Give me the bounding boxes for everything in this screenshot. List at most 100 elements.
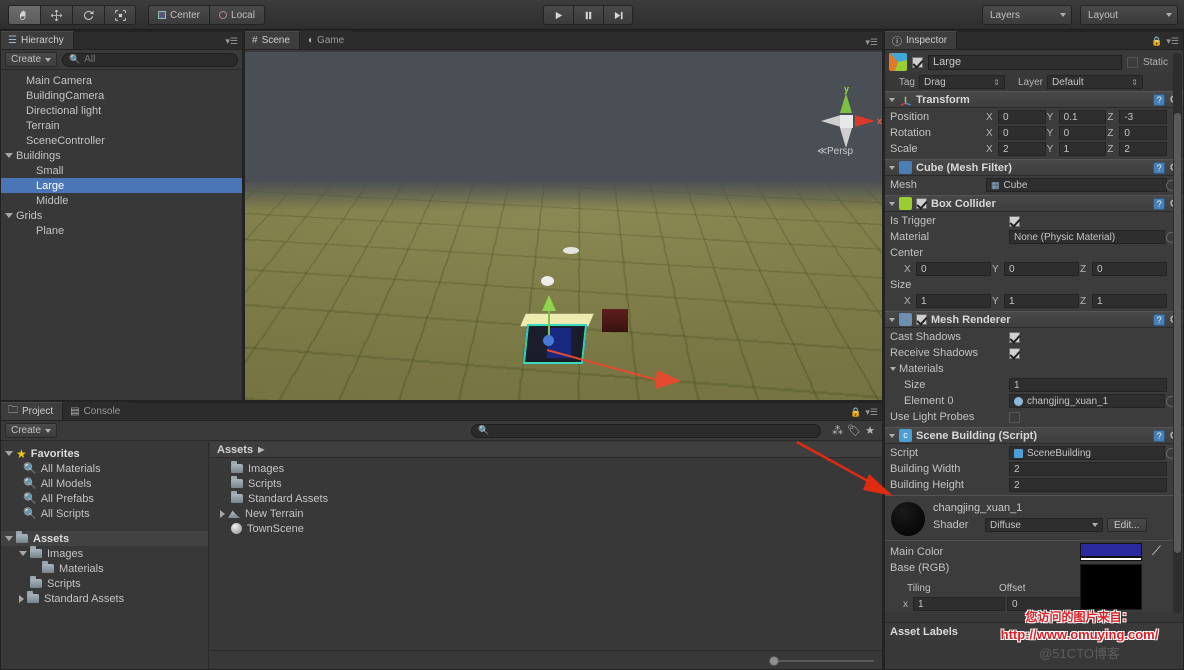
tab-game[interactable]: ◖ Game	[299, 31, 354, 49]
hierarchy-item[interactable]: Directional light	[1, 103, 242, 118]
rotate-tool-button[interactable]	[72, 5, 104, 25]
panel-menu-icon[interactable]: ▾☰	[225, 36, 238, 47]
pause-button[interactable]	[573, 5, 603, 25]
rotation-x-field[interactable]: 0	[998, 126, 1046, 140]
panel-menu-icon[interactable]: ▾☰	[865, 37, 878, 47]
filter-type-icon[interactable]: ⁂	[832, 424, 843, 437]
filter-label-icon[interactable]: 🏷	[847, 424, 861, 437]
assets-root[interactable]: Assets	[1, 531, 208, 546]
center-x-field[interactable]: 0	[916, 262, 991, 276]
asset-item[interactable]: New Terrain	[210, 506, 882, 521]
size-z-field[interactable]: 1	[1092, 294, 1167, 308]
script-field[interactable]: SceneBuilding	[1009, 446, 1165, 460]
tab-console[interactable]: ▤ Console	[63, 402, 130, 420]
project-tree-item[interactable]: Images	[1, 546, 208, 561]
project-tree-item[interactable]: Materials	[1, 561, 208, 576]
shader-dropdown[interactable]: Diffuse	[985, 518, 1103, 532]
position-y-field[interactable]: 0.1	[1058, 110, 1107, 124]
lock-icon[interactable]: 🔒	[850, 407, 861, 418]
texture-slot[interactable]	[1080, 564, 1142, 610]
box-collider-enabled-checkbox[interactable]	[916, 198, 927, 209]
breadcrumb-label[interactable]: Assets	[217, 444, 253, 456]
transform-component-header[interactable]: Transform ? ⚙	[885, 91, 1183, 108]
materials-size-field[interactable]: 1	[1009, 378, 1167, 392]
hierarchy-item[interactable]: Plane	[1, 223, 242, 238]
hierarchy-item[interactable]: BuildingCamera	[1, 88, 242, 103]
light-probes-checkbox[interactable]	[1009, 411, 1020, 423]
chevron-down-icon[interactable]	[889, 201, 895, 206]
script-component-header[interactable]: c Scene Building (Script) ? ⚙	[885, 427, 1183, 444]
main-color-swatch[interactable]	[1080, 543, 1142, 557]
step-button[interactable]	[603, 5, 633, 25]
favorite-item[interactable]: 🔍 All Scripts	[1, 506, 208, 521]
mesh-renderer-component-header[interactable]: Mesh Renderer ? ⚙	[885, 311, 1183, 328]
asset-item[interactable]: Images	[210, 461, 882, 476]
pivot-rotation-button[interactable]: Local	[209, 5, 265, 25]
zoom-slider-thumb[interactable]	[769, 656, 779, 666]
tab-scene[interactable]: # Scene	[245, 31, 300, 49]
position-x-field[interactable]: 0	[998, 110, 1046, 124]
chevron-down-icon[interactable]	[889, 165, 895, 170]
hierarchy-item[interactable]: Main Camera	[1, 73, 242, 88]
rotation-z-field[interactable]: 0	[1119, 126, 1168, 140]
cast-shadows-checkbox[interactable]	[1009, 331, 1020, 343]
mesh-filter-component-header[interactable]: Cube (Mesh Filter) ? ⚙	[885, 159, 1183, 176]
scale-tool-button[interactable]	[104, 5, 136, 25]
element0-field[interactable]: changjing_xuan_1	[1009, 394, 1165, 408]
chevron-down-icon[interactable]	[889, 97, 895, 102]
tab-project[interactable]: 🗀 Project	[1, 402, 64, 420]
layout-dropdown[interactable]: Layout	[1080, 5, 1178, 25]
help-icon[interactable]: ?	[1153, 429, 1166, 442]
building-height-field[interactable]: 2	[1009, 478, 1167, 492]
panel-menu-icon[interactable]: ▾☰	[1166, 36, 1179, 47]
scene-axis-gizmo[interactable]: y x Persp ≪	[811, 84, 882, 166]
filter-favorite-icon[interactable]: ★	[865, 424, 875, 437]
asset-item[interactable]: Standard Assets	[210, 491, 882, 506]
asset-item[interactable]: TownScene	[210, 521, 882, 536]
size-x-field[interactable]: 1	[916, 294, 991, 308]
mesh-renderer-enabled-checkbox[interactable]	[916, 314, 927, 325]
tag-dropdown[interactable]: Drag ⇕	[919, 75, 1005, 89]
help-icon[interactable]: ?	[1153, 313, 1166, 326]
mesh-object-field[interactable]: ▦ Cube	[986, 178, 1167, 192]
object-name-field[interactable]: Large	[928, 54, 1122, 70]
projection-label[interactable]: Persp	[827, 146, 853, 157]
gizmo-center-handle[interactable]	[543, 335, 554, 346]
scene-viewport[interactable]: y x Persp ≪	[245, 52, 882, 400]
favorite-item[interactable]: 🔍 All Models	[1, 476, 208, 491]
tab-hierarchy[interactable]: ☰ Hierarchy	[1, 31, 74, 49]
is-trigger-checkbox[interactable]	[1009, 215, 1020, 227]
eyedropper-icon[interactable]: ⟋	[1152, 543, 1161, 559]
edit-shader-button[interactable]: Edit...	[1107, 518, 1147, 532]
object-enabled-checkbox[interactable]	[912, 56, 923, 68]
favorite-item[interactable]: 🔍 All Materials	[1, 461, 208, 476]
play-button[interactable]	[543, 5, 573, 25]
hierarchy-item[interactable]: Large	[1, 178, 242, 193]
pivot-mode-button[interactable]: Center	[148, 5, 210, 25]
hierarchy-search-input[interactable]: 🔍 All	[62, 52, 238, 67]
panel-menu-icon[interactable]: ▾☰	[865, 407, 878, 418]
scale-x-field[interactable]: 2	[998, 142, 1046, 156]
scale-z-field[interactable]: 2	[1119, 142, 1168, 156]
project-tree-item[interactable]: Scripts	[1, 576, 208, 591]
help-icon[interactable]: ?	[1153, 161, 1166, 174]
box-collider-component-header[interactable]: Box Collider ? ⚙	[885, 195, 1183, 212]
zoom-slider[interactable]	[769, 654, 874, 667]
layer-dropdown[interactable]: Default ⇕	[1047, 75, 1143, 89]
chevron-down-icon[interactable]	[889, 317, 895, 322]
hand-tool-button[interactable]	[8, 5, 40, 25]
building-width-field[interactable]: 2	[1009, 462, 1167, 476]
center-z-field[interactable]: 0	[1092, 262, 1167, 276]
center-y-field[interactable]: 0	[1004, 262, 1079, 276]
hierarchy-item[interactable]: Grids	[1, 208, 242, 223]
favorites-root[interactable]: ★ Favorites	[1, 446, 208, 461]
receive-shadows-checkbox[interactable]	[1009, 347, 1020, 359]
asset-item[interactable]: Scripts	[210, 476, 882, 491]
hierarchy-item[interactable]: Middle	[1, 193, 242, 208]
favorite-item[interactable]: 🔍 All Prefabs	[1, 491, 208, 506]
layers-dropdown[interactable]: Layers	[982, 5, 1072, 25]
hierarchy-create-button[interactable]: Create	[5, 52, 58, 67]
collider-material-field[interactable]: None (Physic Material)	[1009, 230, 1165, 244]
project-create-button[interactable]: Create	[5, 423, 58, 438]
gizmo-y-arrow[interactable]	[542, 295, 556, 311]
